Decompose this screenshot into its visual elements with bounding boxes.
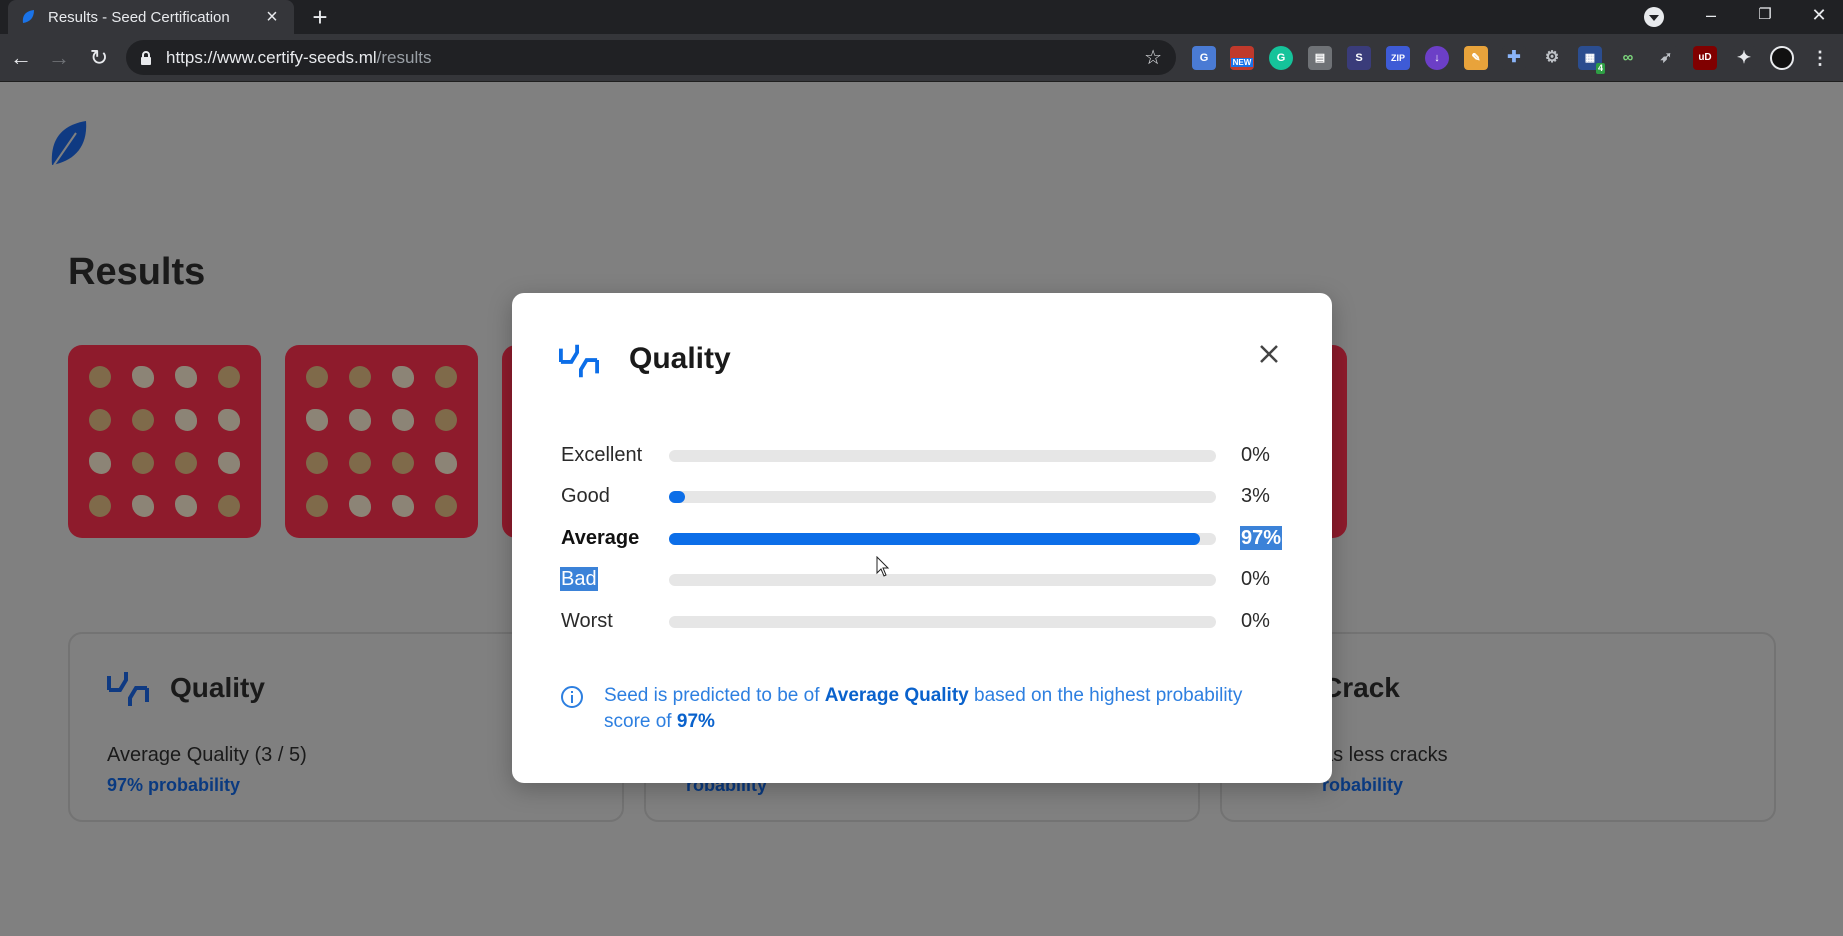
seed-image-thumbnail[interactable]	[285, 345, 478, 538]
close-icon[interactable]	[1254, 339, 1284, 369]
probability-row: Average 97%	[560, 524, 1300, 552]
browser-tab[interactable]: Results - Seed Certification ×	[8, 0, 294, 34]
lock-icon	[140, 50, 152, 65]
browser-toolbar: ← → ↻ https://www.certify-seeds.ml/resul…	[0, 34, 1843, 82]
progress-fill	[669, 533, 1200, 545]
reload-icon[interactable]: ↻	[85, 44, 113, 72]
ublock-icon[interactable]: uD	[1693, 46, 1717, 70]
plus-extension-icon[interactable]: ✚	[1502, 46, 1526, 70]
row-label: Average	[561, 527, 640, 549]
prediction-text: Seed is predicted to be of Average Quali…	[604, 685, 1243, 732]
seed-grid	[295, 355, 468, 528]
tab-title: Results - Seed Certification	[48, 8, 230, 26]
card-description: as less cracks	[1322, 744, 1448, 766]
row-percent: 0%	[1241, 610, 1270, 632]
browser-menu-icon[interactable]: ⋮	[1808, 46, 1832, 70]
tab-search-icon[interactable]	[1644, 7, 1664, 27]
mouse-cursor-icon	[876, 556, 890, 577]
seed-image-thumbnail[interactable]	[68, 345, 261, 538]
url-text: https://www.certify-seeds.ml/results	[166, 47, 432, 67]
bookmark-star-icon[interactable]: ☆	[1144, 45, 1162, 70]
window-close-icon[interactable]: ✕	[1792, 0, 1843, 32]
probability-row: Bad 0%	[560, 565, 1300, 593]
new-tab-button[interactable]: +	[306, 4, 334, 32]
new-badge-extension-icon[interactable]: NEW	[1230, 46, 1254, 70]
probability-row: Good 3%	[560, 482, 1300, 510]
modal-title: Quality	[629, 342, 731, 375]
browser-tabstrip: Results - Seed Certification × + – ❐ ✕	[0, 0, 1843, 34]
quality-modal: Quality Excellent 0% Good 3% Average 97%…	[512, 293, 1332, 783]
seed-grid	[78, 355, 251, 528]
progress-track	[669, 450, 1216, 462]
leaf-logo-icon[interactable]	[46, 119, 90, 169]
download-extension-icon[interactable]: ↓	[1425, 46, 1449, 70]
copy-extension-icon[interactable]: ▤	[1308, 46, 1332, 70]
row-percent: 0%	[1241, 444, 1270, 466]
zip-extension-icon[interactable]: ZIP	[1386, 46, 1410, 70]
glasses-extension-icon[interactable]: ∞	[1616, 46, 1640, 70]
address-bar[interactable]: https://www.certify-seeds.ml/results ☆	[126, 40, 1176, 75]
probability-row: Excellent 0%	[560, 441, 1300, 469]
row-label: Worst	[561, 610, 613, 632]
row-label: Excellent	[561, 444, 643, 466]
row-percent: 97%	[1240, 526, 1283, 550]
google-translate-icon[interactable]: G	[1192, 46, 1216, 70]
s-extension-icon[interactable]: S	[1347, 46, 1371, 70]
tab-close-icon[interactable]: ×	[262, 7, 282, 27]
row-label: Good	[561, 485, 610, 507]
leaf-favicon-icon	[20, 9, 36, 25]
calendar-extension-icon[interactable]: ▦ 4	[1578, 46, 1605, 74]
card-title: Crack	[1322, 672, 1400, 703]
profile-avatar[interactable]	[1770, 46, 1794, 70]
info-icon	[560, 685, 584, 709]
progress-track	[669, 616, 1216, 628]
thumbs-quality-icon	[106, 668, 150, 715]
card-probability: 97% probability	[107, 775, 241, 795]
forward-icon[interactable]: →	[45, 44, 73, 72]
thumbs-quality-icon	[558, 341, 600, 381]
progress-fill	[669, 491, 686, 503]
probability-row: Worst 0%	[560, 607, 1300, 635]
back-icon[interactable]: ←	[7, 44, 35, 72]
row-label: Bad	[560, 567, 598, 591]
grammarly-icon[interactable]: G	[1269, 46, 1293, 70]
puzzle-icon[interactable]: ✦	[1732, 46, 1756, 70]
rocket-extension-icon[interactable]: ➶	[1654, 46, 1678, 70]
card-description: Average Quality (3 / 5)	[107, 744, 307, 766]
progress-track	[669, 574, 1216, 586]
card-probability: robability	[1322, 775, 1404, 795]
row-percent: 3%	[1241, 485, 1270, 507]
gear-extension-icon[interactable]: ⚙	[1540, 46, 1564, 70]
progress-track	[669, 533, 1216, 545]
page-title: Results	[68, 251, 206, 293]
note-extension-icon[interactable]: ✎	[1464, 46, 1488, 70]
progress-track	[669, 491, 1216, 503]
row-percent: 0%	[1241, 568, 1270, 590]
card-title: Quality	[170, 672, 265, 703]
minimize-icon[interactable]: –	[1684, 0, 1738, 32]
restore-icon[interactable]: ❐	[1738, 0, 1792, 32]
